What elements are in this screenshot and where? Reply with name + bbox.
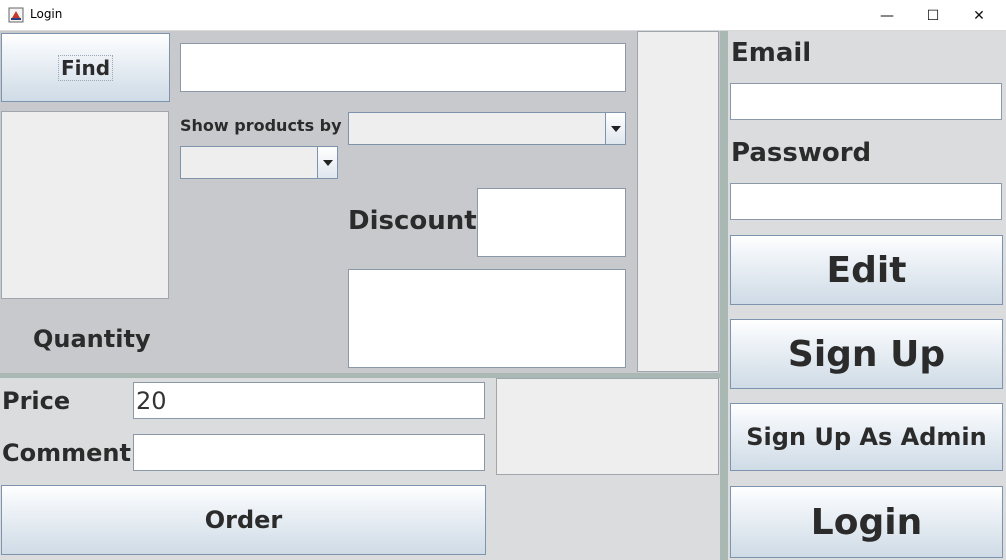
java-cup-icon [8,7,24,23]
search-input[interactable] [180,43,626,92]
product-filter-select[interactable] [180,146,338,179]
email-field[interactable] [730,83,1002,120]
discount-field[interactable] [477,188,626,257]
sign-up-as-admin-button-label: Sign Up As Admin [746,423,987,451]
quantity-label: Quantity [33,325,151,353]
show-products-label: Show products by [180,116,342,135]
find-button[interactable]: Find [1,33,170,102]
chevron-down-icon [605,113,625,144]
minimize-button[interactable]: — [864,0,910,31]
title-bar: Login — ☐ ✕ [0,0,1006,31]
close-icon: ✕ [973,7,985,24]
maximize-icon: ☐ [926,7,940,24]
chevron-down-icon [317,147,337,178]
comment-field[interactable] [133,434,485,471]
comment-label: Comment [2,439,131,467]
discount-label: Discount [348,206,477,236]
close-button[interactable]: ✕ [956,0,1002,31]
order-button[interactable]: Order [1,485,486,555]
sign-up-button-label: Sign Up [787,333,946,375]
product-category-select[interactable] [348,112,626,145]
edit-button-label: Edit [826,249,907,291]
order-summary-area [496,378,719,475]
login-button-label: Login [810,501,923,543]
split-pane-divider-vertical[interactable] [720,31,728,560]
sign-up-button[interactable]: Sign Up [730,319,1003,389]
maximize-button[interactable]: ☐ [910,0,956,31]
minimize-icon: — [880,7,894,24]
sign-up-as-admin-button[interactable]: Sign Up As Admin [730,403,1003,471]
price-label: Price [2,387,71,415]
find-button-label: Find [57,54,114,81]
edit-button[interactable]: Edit [730,235,1003,305]
product-image-area [1,111,169,299]
price-field[interactable]: 20 [133,382,485,419]
email-label: Email [731,38,812,68]
login-button[interactable]: Login [730,486,1003,558]
password-field[interactable] [730,183,1002,220]
product-list[interactable] [637,31,719,372]
order-button-label: Order [204,506,283,534]
window-title: Login [30,7,63,21]
password-label: Password [731,138,872,168]
description-textarea[interactable] [348,269,626,368]
